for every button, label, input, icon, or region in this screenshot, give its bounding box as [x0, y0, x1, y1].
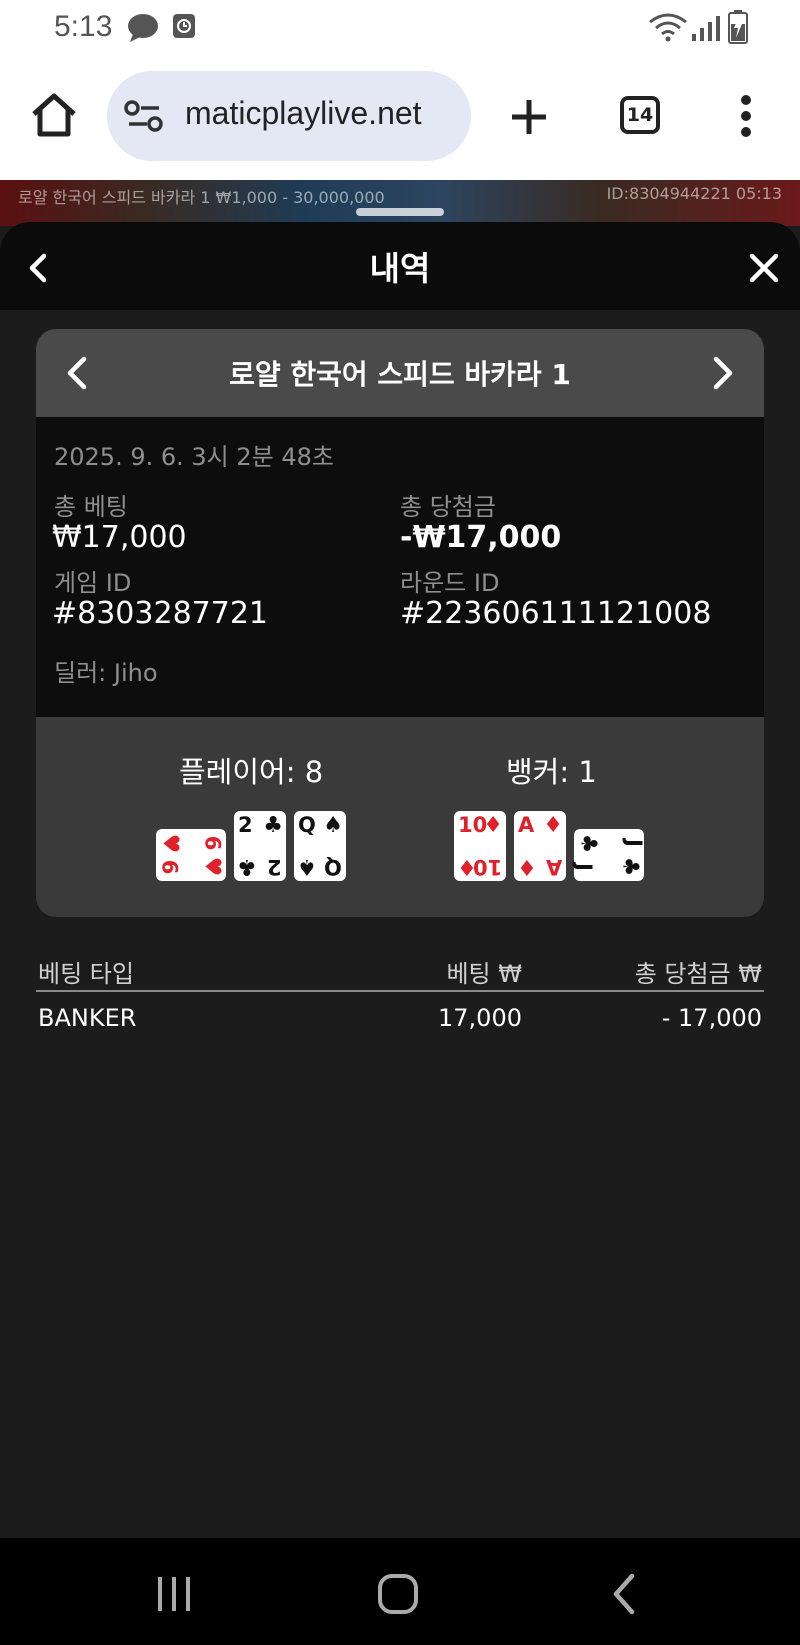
wifi-icon [649, 13, 687, 42]
system-navigation-bar [0, 1538, 800, 1645]
playing-card: A ♦ ♦ A [514, 811, 566, 881]
card-suit-icon: ♦ [543, 813, 563, 838]
battery-icon [728, 10, 748, 44]
total-bet-value: ₩17,000 [52, 520, 187, 555]
site-settings-icon[interactable] [123, 99, 167, 133]
card-rank: 6 [157, 859, 182, 875]
card-rank: 6 [200, 835, 225, 851]
playing-card: 10 ♦ ♦ 10 [454, 811, 506, 881]
row-bet-type: BANKER [38, 1004, 137, 1032]
card-suit-icon: ♣ [237, 854, 257, 879]
card-suit-icon: ♥ [157, 833, 183, 854]
card-rank: 2 [267, 855, 282, 879]
card-rank: 10 [472, 855, 502, 879]
close-icon[interactable] [742, 246, 786, 290]
round-record-card: 로얄 한국어 스피드 바카라 1 2025. 9. 6. 3시 2분 48초 총… [36, 329, 764, 917]
game-id-label: 게임 ID [54, 569, 132, 597]
messenger-icon [128, 14, 158, 42]
browser-toolbar: maticplaylive.net 14 [0, 56, 800, 180]
player-score: 플레이어: 8 [179, 755, 324, 789]
bets-table-header: 베팅 타입 베팅 ₩ 총 당첨금 ₩ [36, 950, 764, 992]
card-rank: Q [324, 855, 342, 879]
tab-switcher-button[interactable]: 14 [620, 96, 660, 134]
round-details: 2025. 9. 6. 3시 2분 48초 총 베팅 ₩17,000 총 당첨금… [36, 417, 764, 717]
session-id-info: ID:8304944221 05:13 [606, 184, 782, 203]
hands-result: 플레이어: 8 뱅커: 1 ♥ 6 6 ♥ 2 ♣ ♣ 2 Q ♠ ♠ Q 10 ♦ ♦ 10 A ♦ ♦ A ♣ J J… [36, 717, 764, 917]
address-bar[interactable]: maticplaylive.net [107, 71, 471, 161]
signal-icon [692, 16, 720, 41]
status-bar: 5:13 [0, 0, 800, 56]
table-limits-info: 로얄 한국어 스피드 바카라 1 ₩1,000 - 30,000,000 [18, 188, 385, 207]
card-rank: J [571, 863, 596, 871]
card-rank: J [622, 839, 647, 847]
header-bet-amount: 베팅 ₩ [446, 960, 522, 988]
card-suit-icon: ♣ [617, 856, 643, 877]
status-time: 5:13 [54, 10, 113, 43]
round-id-value: #223606111121008 [400, 596, 712, 631]
home-icon[interactable] [30, 92, 78, 138]
game-background-strip: 로얄 한국어 스피드 바카라 1 ₩1,000 - 30,000,000 ID:… [0, 180, 800, 226]
card-suit-icon: ♣ [575, 833, 601, 854]
card-suit-icon: ♠ [323, 813, 343, 838]
card-suit-icon: ♥ [199, 856, 225, 877]
game-name: 로얄 한국어 스피드 바카라 1 [229, 358, 571, 391]
playing-card: 2 ♣ ♣ 2 [234, 811, 286, 881]
url-text: maticplaylive.net [185, 95, 422, 131]
home-nav-icon[interactable] [376, 1572, 420, 1616]
sheet-title: 내역 [369, 249, 431, 288]
new-tab-icon[interactable] [508, 96, 550, 138]
card-rank: Q [298, 813, 316, 837]
card-suit-icon: ♦ [517, 854, 537, 879]
round-date: 2025. 9. 6. 3시 2분 48초 [54, 443, 334, 471]
total-bet-label: 총 베팅 [54, 493, 128, 521]
card-rank: 2 [238, 813, 253, 837]
game-selector: 로얄 한국어 스피드 바카라 1 [36, 329, 764, 417]
card-suit-icon: ♠ [297, 854, 317, 879]
clock-app-icon [173, 14, 195, 38]
round-id-label: 라운드 ID [400, 569, 500, 597]
total-win-value: -₩17,000 [400, 520, 562, 555]
recent-apps-icon[interactable] [154, 1574, 194, 1614]
total-win-label: 총 당첨금 [400, 493, 496, 521]
row-total-win: - 17,000 [661, 1004, 762, 1032]
banker-score: 뱅커: 1 [506, 755, 597, 789]
back-nav-icon[interactable] [606, 1572, 642, 1616]
row-bet-amount: 17,000 [438, 1004, 522, 1032]
sheet-drag-handle[interactable] [356, 208, 444, 216]
game-id-value: #8303287721 [52, 596, 269, 631]
header-bet-type: 베팅 타입 [38, 960, 134, 988]
playing-card: ♥ 6 6 ♥ [156, 829, 226, 881]
more-menu-icon[interactable] [736, 94, 756, 138]
card-suit-icon: ♣ [263, 813, 283, 838]
playing-card: ♣ J J ♣ [571, 829, 647, 881]
card-suit-icon: ♦ [483, 813, 503, 838]
dealer-name: 딜러: Jiho [54, 659, 158, 687]
playing-card: Q ♠ ♠ Q [294, 811, 346, 881]
card-rank: A [518, 813, 535, 837]
card-rank: A [545, 855, 562, 879]
header-total-win: 총 당첨금 ₩ [634, 960, 762, 988]
sheet-header: 내역 [0, 222, 800, 310]
next-record-icon[interactable] [700, 351, 744, 395]
history-sheet: 내역 로얄 한국어 스피드 바카라 1 2025. 9. 6. 3시 2분 48… [0, 222, 800, 1538]
